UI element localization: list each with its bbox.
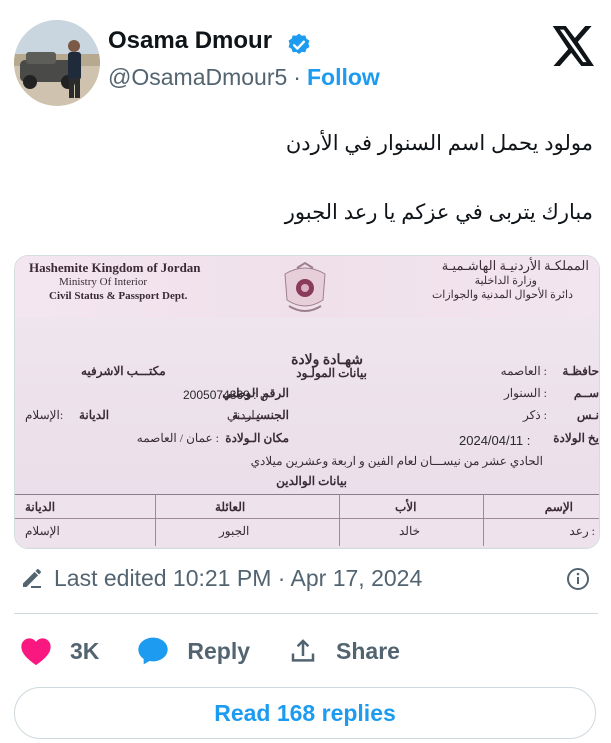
reply-button[interactable]: Reply <box>137 636 250 666</box>
x-logo-icon[interactable] <box>552 26 596 66</box>
table-value-name: : رعد <box>569 524 595 538</box>
table-row-divider <box>15 518 599 519</box>
birthplace-label: مكان الـولادة <box>225 431 289 445</box>
header-ar-line-3: دائرة الأحوال المدنية والجوازات <box>431 289 573 301</box>
avatar[interactable] <box>14 20 100 106</box>
last-edited-row[interactable]: Last edited 10:21 PM · Apr 17, 2024 <box>20 562 422 594</box>
parents-section-title: بيانات الوالدين <box>276 474 347 488</box>
table-header-name: الإسم <box>544 500 573 514</box>
follow-button[interactable]: Follow <box>307 64 380 90</box>
religion-value: :الإسلام <box>25 408 64 422</box>
tweet-text-line-2: مبارك يتربى في عزكم يا رعد الجبور <box>284 201 593 224</box>
reply-bubble-icon <box>138 637 169 665</box>
read-replies-label: Read 168 replies <box>214 699 396 726</box>
governorate-label: حافظـة <box>562 364 599 378</box>
religion-label: الديانة <box>79 408 110 422</box>
header-en-line-2: Ministry Of Interior <box>59 276 147 288</box>
share-button[interactable]: Share <box>288 636 400 666</box>
child-name-value: : السنوار <box>504 386 547 400</box>
table-column-divider <box>483 494 484 546</box>
author-handle[interactable]: @OsamaDmour5 <box>108 64 287 90</box>
info-icon[interactable] <box>566 567 590 591</box>
pencil-icon <box>23 569 41 588</box>
table-column-divider <box>339 494 340 546</box>
dob-label: يخ الولادة <box>553 431 599 445</box>
reply-label: Reply <box>187 637 251 664</box>
table-header-father: الأب <box>395 500 417 514</box>
author-name[interactable]: Osama Dmour <box>108 27 272 55</box>
like-count: 3K <box>70 637 100 664</box>
divider <box>14 613 598 614</box>
like-button[interactable]: 3K <box>20 636 99 666</box>
action-bar: 3K Reply Share <box>20 633 438 669</box>
header-en-line-1: Hashemite Kingdom of Jordan <box>29 260 201 275</box>
table-value-family: الجبور <box>219 524 250 538</box>
nationality-value: : اردني <box>226 408 261 422</box>
national-id-value: 2005074869 : ن <box>183 388 269 402</box>
share-icon <box>291 639 315 662</box>
dob-in-words: الحادي عشر من نيســـان لعام الفين و اربع… <box>250 454 543 468</box>
share-label: Share <box>336 637 400 664</box>
table-value-religion: الإسلام <box>25 524 60 538</box>
child-name-label: ســم <box>573 386 599 400</box>
verified-badge-icon <box>288 33 310 54</box>
heart-icon <box>21 638 51 666</box>
table-header-family: العائلة <box>215 500 246 514</box>
table-value-father: خالد <box>399 524 421 538</box>
table-column-divider <box>155 494 156 546</box>
sex-label: نـس <box>576 408 599 422</box>
tweet-media-image[interactable]: Hashemite Kingdom of Jordan Ministry Of … <box>14 255 600 549</box>
office-label: مكتـــب الاشرفيه <box>81 364 166 378</box>
read-replies-button[interactable]: Read 168 replies <box>14 687 596 739</box>
tweet-text-line-1: مولود يحمل اسم السنوار في الأردن <box>285 132 593 155</box>
certificate-subtitle: بيانات المولـود <box>296 366 367 380</box>
governorate-value: : العاصمه <box>500 364 547 378</box>
birth-certificate: Hashemite Kingdom of Jordan Ministry Of … <box>15 256 599 548</box>
birthplace-value: : عمان / العاصمه <box>136 431 219 445</box>
parents-table <box>15 494 599 547</box>
author-handle-row: @OsamaDmour5 · Follow <box>108 64 380 91</box>
header-ar-line-2: وزارة الداخلية <box>474 275 537 287</box>
header-en-line-3: Civil Status & Passport Dept. <box>49 290 188 302</box>
header-ar-line-1: المملكـة الأردنيـة الهاشـميـة <box>441 258 589 273</box>
dob-value: 2024/04/11 : <box>459 433 531 448</box>
table-header-religion: الديانة <box>25 500 56 514</box>
sex-value: : ذكر <box>522 408 547 422</box>
separator-dot: · <box>293 64 301 90</box>
avatar-photo <box>14 20 100 106</box>
last-edited-text: Last edited 10:21 PM · Apr 17, 2024 <box>54 564 423 591</box>
jordan-coat-of-arms-icon <box>284 261 326 312</box>
